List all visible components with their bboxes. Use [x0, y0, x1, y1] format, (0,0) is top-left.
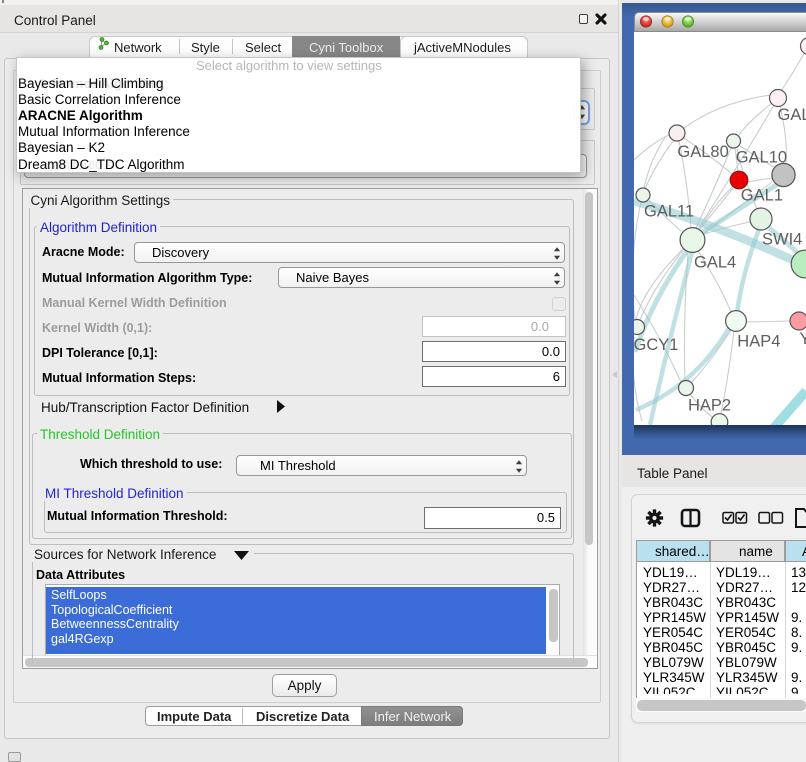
svg-text:GAL1: GAL1: [741, 186, 783, 204]
svg-text:GAL7: GAL7: [778, 106, 806, 124]
svg-text:GAL11: GAL11: [644, 203, 694, 221]
svg-text:HAP4: HAP4: [737, 333, 780, 351]
svg-text:GAL80: GAL80: [677, 143, 728, 161]
svg-text:GAL10: GAL10: [736, 149, 787, 167]
svg-text:GAL4: GAL4: [694, 253, 736, 271]
svg-text:HAP2: HAP2: [688, 397, 731, 415]
svg-text:YJ: YJ: [800, 330, 806, 348]
svg-text:SWI4: SWI4: [762, 230, 802, 248]
svg-text:GCY1: GCY1: [634, 336, 678, 354]
